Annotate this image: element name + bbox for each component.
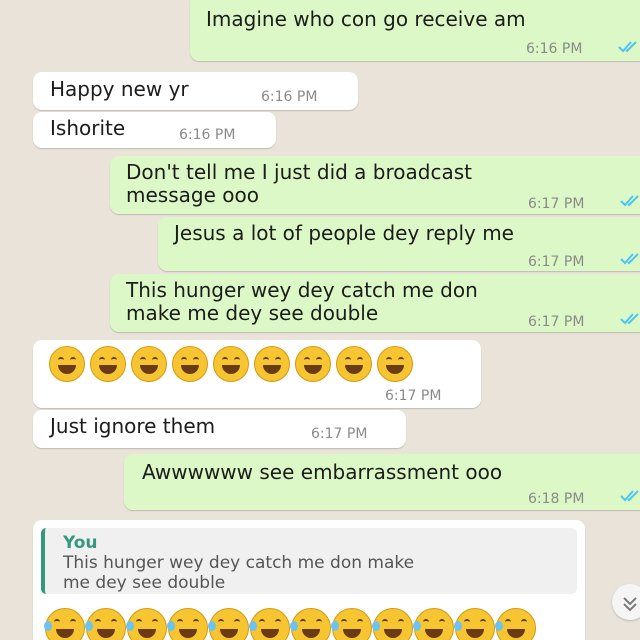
tears-of-joy-icon bbox=[495, 608, 536, 640]
message-bubble-incoming[interactable]: Happy new yr 6:16 PM bbox=[33, 72, 358, 110]
tears-of-joy-icon bbox=[208, 608, 249, 640]
tears-of-joy-icon bbox=[126, 608, 167, 640]
message-text: Awwwwww see embarrassment ooo bbox=[142, 460, 503, 484]
grinning-face-icon bbox=[213, 346, 249, 382]
double-check-icon bbox=[620, 195, 639, 207]
tears-of-joy-icon bbox=[413, 608, 454, 640]
tears-of-joy-icon bbox=[85, 608, 126, 640]
message-bubble-outgoing[interactable]: Awwwwww see embarrassment ooo 6:18 PM bbox=[124, 454, 640, 510]
tears-of-joy-icon bbox=[372, 608, 413, 640]
message-bubble-incoming[interactable]: 6:17 PM bbox=[33, 340, 481, 408]
tears-of-joy-icon bbox=[454, 608, 495, 640]
double-check-icon bbox=[618, 41, 637, 53]
message-text: Jesus a lot of people dey reply me bbox=[174, 221, 514, 245]
quote-author: You bbox=[63, 533, 98, 553]
message-time: 6:17 PM bbox=[528, 314, 585, 330]
message-text: Just ignore them bbox=[50, 414, 216, 438]
message-time: 6:18 PM bbox=[528, 491, 585, 507]
quoted-message[interactable]: You This hunger wey dey catch me don mak… bbox=[41, 528, 577, 594]
message-bubble-outgoing[interactable]: This hunger wey dey catch me don make me… bbox=[110, 274, 640, 332]
message-time: 6:16 PM bbox=[179, 127, 236, 143]
double-check-icon bbox=[620, 313, 639, 325]
grinning-face-icon bbox=[336, 346, 372, 382]
tears-of-joy-icon bbox=[249, 608, 290, 640]
message-text: Happy new yr bbox=[50, 77, 189, 101]
grinning-face-icon bbox=[172, 346, 208, 382]
message-text: Don't tell me I just did a broadcast mes… bbox=[126, 160, 472, 207]
grinning-face-icon bbox=[90, 346, 126, 382]
message-bubble-outgoing[interactable]: Jesus a lot of people dey reply me 6:17 … bbox=[158, 217, 640, 271]
message-time: 6:17 PM bbox=[311, 426, 368, 442]
message-bubble-outgoing[interactable]: Imagine who con go receive am 6:16 PM bbox=[190, 0, 640, 61]
message-bubble-incoming[interactable]: Just ignore them 6:17 PM bbox=[33, 410, 406, 448]
grinning-face-icon bbox=[49, 346, 85, 382]
tears-of-joy-icon bbox=[44, 608, 85, 640]
message-time: 6:17 PM bbox=[385, 388, 442, 404]
scroll-down-button[interactable] bbox=[612, 584, 640, 620]
grinning-face-icon bbox=[377, 346, 413, 382]
message-time: 6:17 PM bbox=[528, 254, 585, 270]
grinning-face-icon bbox=[295, 346, 331, 382]
tears-of-joy-icon bbox=[290, 608, 331, 640]
double-check-icon bbox=[620, 490, 639, 502]
chevron-down-icon bbox=[623, 597, 637, 612]
message-bubble-incoming[interactable]: Ishorite 6:16 PM bbox=[33, 112, 276, 148]
double-check-icon bbox=[620, 253, 639, 265]
message-bubble-outgoing[interactable]: Don't tell me I just did a broadcast mes… bbox=[110, 156, 640, 214]
message-text: This hunger wey dey catch me don make me… bbox=[126, 278, 478, 325]
emoji-row bbox=[49, 346, 418, 382]
message-text: Imagine who con go receive am bbox=[206, 7, 526, 31]
message-time: 6:16 PM bbox=[526, 41, 583, 57]
reply-message-bubble[interactable]: You This hunger wey dey catch me don mak… bbox=[33, 520, 585, 640]
message-text: Ishorite bbox=[50, 116, 126, 140]
tears-of-joy-icon bbox=[167, 608, 208, 640]
quote-text: This hunger wey dey catch me don make me… bbox=[63, 553, 415, 593]
chat-area[interactable]: Imagine who con go receive am 6:16 PM Ha… bbox=[0, 0, 640, 640]
emoji-row bbox=[44, 608, 537, 640]
message-time: 6:16 PM bbox=[261, 89, 318, 105]
grinning-face-icon bbox=[131, 346, 167, 382]
tears-of-joy-icon bbox=[331, 608, 372, 640]
grinning-face-icon bbox=[254, 346, 290, 382]
message-time: 6:17 PM bbox=[528, 196, 585, 212]
